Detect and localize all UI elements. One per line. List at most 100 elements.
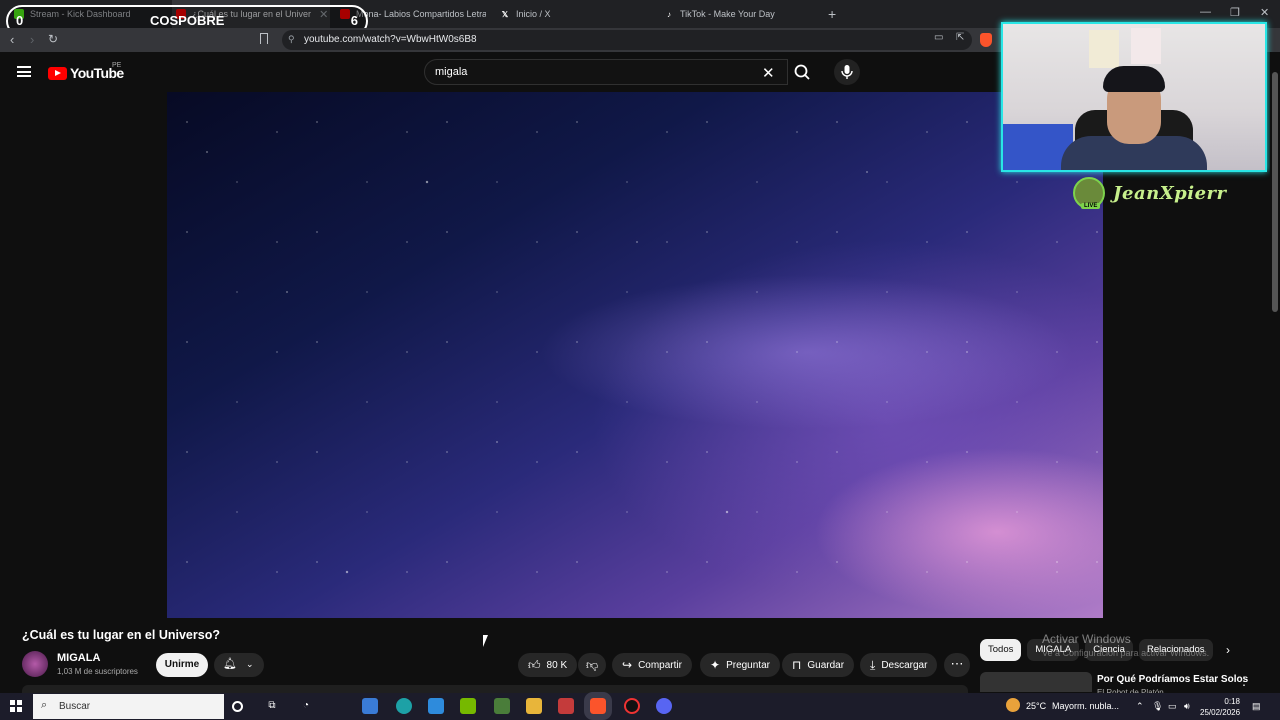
system-clock[interactable]: 0:18 25/02/2026 [1200,696,1240,718]
search-icon [794,64,810,80]
clock-time: 0:18 [1224,697,1240,706]
notifications-button[interactable]: 🔔︎ ⌄ [214,653,264,677]
restore-icon[interactable]: ❐ [1230,6,1240,19]
scrollbar-thumb[interactable] [1272,72,1278,312]
obs-icon[interactable] [624,698,640,714]
clear-search-icon[interactable]: ✕ [762,64,775,82]
chevron-down-icon: ⌄ [246,659,254,669]
share-button[interactable]: ↪ Compartir [612,653,692,677]
edge-icon[interactable] [396,698,412,714]
tab-x[interactable]: 𝕏 Inicio / X [500,0,650,28]
save-label: Guardar [807,659,845,671]
share-page-icon[interactable]: ⇱ [956,32,964,43]
channel-avatar[interactable] [22,651,48,677]
wall-poster [1131,28,1161,64]
youtube-play-icon [48,66,67,80]
reload-icon[interactable]: ↻ [48,32,58,46]
search-value: migala [435,66,468,78]
close-window-icon[interactable]: ✕ [1260,6,1269,19]
ask-button[interactable]: ✦ Preguntar [700,653,780,677]
widget-icon[interactable]: ◔ [298,698,314,714]
description-box[interactable] [22,685,968,693]
like-button[interactable]: 👍︎ 80 K [518,653,578,677]
wall-poster [1089,30,1119,68]
related-video-title[interactable]: Por Qué Podríamos Estar Solos [1097,674,1248,685]
share-label: Compartir [638,659,682,671]
menu-icon[interactable] [17,66,31,77]
score-left: 0 [16,13,24,28]
score-right: 6 [350,13,358,28]
related-video-thumbnail[interactable] [980,672,1092,692]
save-button[interactable]: ⊓ Guardar [782,653,855,677]
download-button[interactable]: ⤓ Descargar [860,653,938,677]
app-icon[interactable] [558,698,574,714]
voice-search-button[interactable] [834,59,860,85]
tab-label: Inicio / X [516,9,551,19]
download-icon: ⤓ [870,657,876,672]
nvidia-icon[interactable] [460,698,476,714]
subscriber-count: 1,03 M de suscriptores [57,667,138,676]
url-field[interactable]: ⚲ youtube.com/watch?v=WbwHtW0s6B8 [282,30,972,50]
mail-icon[interactable] [428,698,444,714]
minecraft-icon[interactable] [494,698,510,714]
country-code: PE [112,62,122,69]
tray-chevron-icon[interactable]: ⌃ [1136,701,1144,712]
chevron-right-icon[interactable]: › [1226,643,1230,657]
tab-label: Mona- Labios Compartidos Letra - Yo [356,9,486,19]
forward-icon[interactable]: › [30,32,34,47]
activate-windows-subtitle: Ve a Configuración para activar Windows. [1042,648,1210,658]
notifications-icon[interactable]: ▤ [1252,701,1261,712]
brave-shield-icon[interactable] [980,33,992,47]
folder-icon[interactable] [526,698,542,714]
webcam-overlay [1001,22,1267,172]
streamer-hair [1103,66,1165,92]
tiktok-icon: ♪ [667,9,671,19]
sparkle-icon: ✦ [710,658,721,672]
network-icon[interactable]: ▭ [1168,701,1177,712]
taskbar-search[interactable]: ⌕ Buscar [33,694,224,719]
streamer-name: JeanXpierr [1113,182,1227,204]
mic-tray-icon[interactable]: 🎙︎ [1152,701,1163,712]
live-badge: LIVE [1081,203,1101,209]
site-info-icon[interactable]: ⚲ [288,34,295,45]
more-actions-button[interactable]: ⋯ [944,653,970,677]
brave-icon[interactable] [584,692,612,720]
microphone-icon [841,65,853,79]
activate-windows-title: Activar Windows [1042,632,1131,646]
join-button[interactable]: Unirme [156,653,208,677]
cortana-icon[interactable] [232,701,243,712]
url-text: youtube.com/watch?v=WbwHtW0s6B8 [304,34,477,45]
new-tab-button[interactable]: + [828,6,836,22]
page-scrollbar[interactable] [1270,52,1280,692]
dislike-button[interactable]: 👎︎ [578,653,607,677]
bookmark-save-icon: ⊓ [792,658,802,672]
tab-tiktok[interactable]: ♪ TikTok - Make Your Day [664,0,814,28]
weather-text: Mayorm. nubla... [1052,701,1120,711]
video-title: ¿Cuál es tu lugar en el Universo? [22,628,220,642]
related-menu-icon[interactable]: ⋮ [1238,674,1250,688]
x-icon: 𝕏 [501,9,509,19]
store-icon[interactable] [362,698,378,714]
windows-start-icon[interactable] [10,700,22,712]
chip-todos[interactable]: Todos [980,639,1022,661]
windows-taskbar: ⌕ Buscar ⧉ ◔ 25°C Mayorm. nubla... ⌃ 🎙︎ … [0,692,1280,720]
share-icon: ↪ [622,658,633,672]
thumbs-up-icon: 👍︎ [528,657,541,672]
bookmark-icon[interactable] [260,33,268,44]
cast-icon[interactable]: ▭ [934,32,943,43]
search-icon: ⌕ [41,699,48,711]
back-icon[interactable]: ‹ [10,32,14,47]
weather-icon[interactable] [1006,698,1020,712]
bell-icon: 🔔︎ [223,658,237,670]
taskbar-search-placeholder: Buscar [59,701,91,712]
volume-icon[interactable]: 🔊︎ [1184,701,1190,712]
channel-name[interactable]: MIGALA [57,652,100,664]
tab-label: TikTok - Make Your Day [680,9,775,19]
discord-icon[interactable] [656,698,672,714]
video-player[interactable] [167,92,1103,618]
minimize-icon[interactable]: — [1200,6,1211,18]
search-button[interactable] [786,59,820,85]
search-input[interactable]: migala [424,59,788,85]
mouse-cursor [483,635,488,647]
task-view-icon[interactable]: ⧉ [264,698,280,714]
